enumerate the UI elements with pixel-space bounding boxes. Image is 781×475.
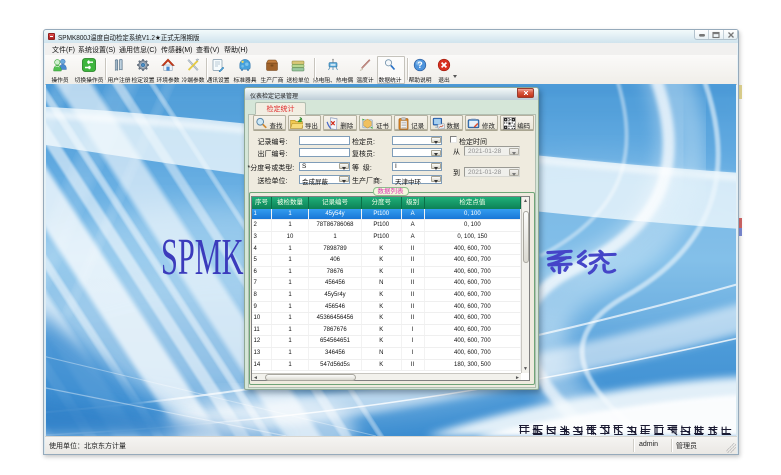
svg-text:?: ? <box>417 60 423 70</box>
